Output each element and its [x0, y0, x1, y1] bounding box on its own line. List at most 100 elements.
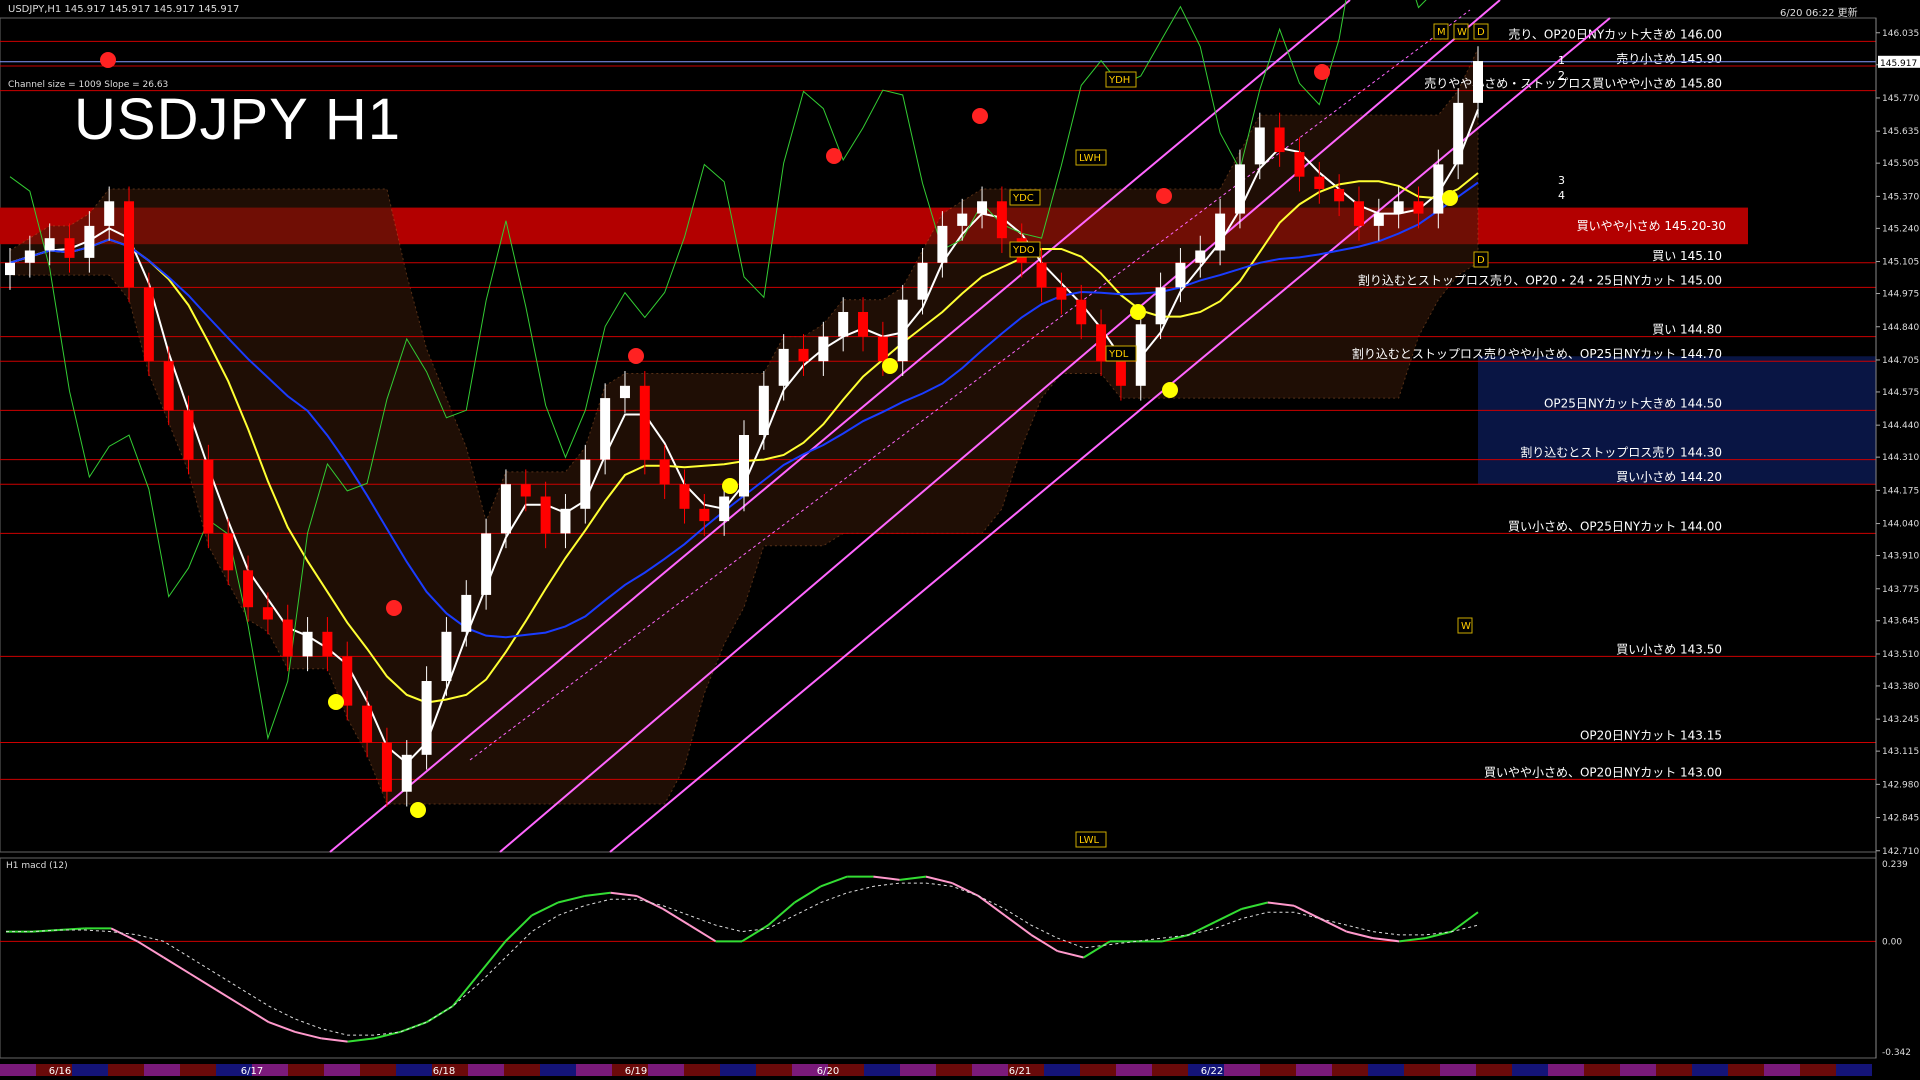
candle-body	[262, 607, 273, 620]
level-label: 売り、OP20日NYカット大きめ 146.00	[1508, 26, 1722, 41]
date-bar-cell	[72, 1064, 108, 1076]
macd-segment	[1004, 914, 1032, 936]
date-bar-cell	[1296, 1064, 1332, 1076]
macd-segment	[1241, 901, 1268, 910]
price-tick-label: 145.770	[1882, 94, 1919, 104]
macd-segment	[1214, 908, 1242, 923]
candle-body	[183, 410, 194, 460]
candle-body	[520, 484, 531, 497]
candle-body	[1294, 152, 1305, 177]
candle-body	[1413, 201, 1424, 214]
marker-label: YDH	[1108, 75, 1130, 86]
date-bar-cell	[1224, 1064, 1260, 1076]
macd-segment	[662, 908, 690, 927]
candle-body	[124, 201, 135, 288]
chart-window: 買いやや小さめ 145.20-30 売り、OP20日NYカット大きめ 146.0…	[0, 0, 1920, 1080]
candle-body	[957, 213, 968, 226]
date-bar-cell	[1764, 1064, 1800, 1076]
fractal-marker	[882, 358, 898, 374]
date-bar-cell	[576, 1064, 612, 1076]
fractal-marker	[1156, 188, 1172, 204]
marker-label: M	[1437, 27, 1446, 38]
candle-body	[977, 201, 988, 214]
price-tick-label: 142.710	[1882, 847, 1919, 857]
candle-body	[838, 311, 849, 337]
fractal-marker	[328, 694, 344, 710]
candle-body	[719, 496, 730, 522]
candle-body	[1334, 188, 1345, 202]
channel-label: 3	[1558, 174, 1565, 187]
date-bar-cell	[900, 1064, 936, 1076]
fractal-marker	[628, 348, 644, 364]
candle-body	[1473, 61, 1483, 103]
macd-segment	[873, 875, 900, 881]
level-label: 買い 144.80	[1652, 323, 1722, 337]
candle-body	[362, 705, 373, 743]
macd-segment	[215, 989, 244, 1007]
macd-segment	[1162, 933, 1190, 943]
candle-body	[540, 496, 551, 534]
date-bar-cell	[684, 1064, 720, 1076]
candle-body	[223, 533, 234, 571]
date-bar-cell	[1368, 1064, 1404, 1076]
date-bar-cell	[1620, 1064, 1656, 1076]
date-label: 6/20	[817, 1066, 839, 1077]
price-tick-label: 143.910	[1882, 552, 1919, 562]
candle-body	[560, 508, 571, 534]
candle-body	[302, 631, 313, 657]
candle-body	[739, 435, 749, 497]
candle-body	[679, 484, 690, 509]
price-chart[interactable]: 買いやや小さめ 145.20-30 売り、OP20日NYカット大きめ 146.0…	[0, 0, 1920, 1080]
candle-body	[203, 459, 214, 534]
date-label: 6/19	[625, 1066, 647, 1077]
price-tick-label: 143.510	[1882, 650, 1919, 660]
candle-body	[163, 361, 174, 411]
date-bar-cell	[396, 1064, 432, 1076]
candle-body	[818, 336, 829, 362]
macd-segment	[1030, 934, 1058, 952]
candle-body	[401, 754, 412, 792]
marker-label: W	[1461, 621, 1471, 632]
level-label: 売りやや小さめ・ストップロス買いやや小さめ 145.80	[1424, 76, 1722, 91]
level-label: 売り小さめ 145.90	[1616, 51, 1722, 66]
candle-body	[1056, 287, 1067, 300]
level-label: OP20日NYカット 143.15	[1580, 729, 1722, 743]
price-tick-label: 143.115	[1882, 747, 1919, 757]
price-tick-label: 146.035	[1882, 29, 1919, 39]
date-bar-cell	[324, 1064, 360, 1076]
macd-tick-label: 0.00	[1882, 937, 1902, 947]
candle-body	[84, 225, 95, 258]
macd-segment	[977, 895, 1006, 917]
date-bar-cell	[1584, 1064, 1620, 1076]
current-price-label: 145.917	[1880, 59, 1917, 69]
price-tick-label: 144.705	[1882, 356, 1919, 366]
macd-segment	[767, 901, 796, 926]
macd-segment	[1319, 917, 1348, 933]
price-tick-label: 142.980	[1882, 780, 1919, 790]
price-tick-label: 145.370	[1882, 192, 1919, 202]
candle-body	[1036, 262, 1047, 288]
candle-body	[381, 742, 392, 792]
date-bar-cell	[1440, 1064, 1476, 1076]
candle-body	[1353, 201, 1364, 226]
candle-body	[1155, 287, 1166, 325]
macd-segment	[268, 1021, 296, 1033]
fractal-marker	[1130, 304, 1146, 320]
date-bar-cell	[1260, 1064, 1296, 1076]
macd-segment	[1057, 950, 1084, 959]
macd-segment	[1083, 940, 1111, 959]
candle-body	[1393, 201, 1404, 214]
date-bar-cell	[756, 1064, 792, 1076]
channel-line	[329, 0, 1351, 853]
price-tick-label: 144.310	[1882, 453, 1919, 463]
candle-body	[1234, 164, 1245, 214]
candle-body	[1453, 102, 1464, 165]
level-label: 割り込むとストップロス売りやや小さめ、OP25日NYカット 144.70	[1352, 346, 1722, 361]
fractal-marker	[1442, 190, 1458, 206]
candle-body	[441, 631, 452, 682]
macd-segment	[531, 901, 559, 917]
macd-tick-label: -0.342	[1882, 1048, 1911, 1058]
price-tick-label: 143.775	[1882, 585, 1919, 595]
date-bar-cell	[1692, 1064, 1728, 1076]
price-tick-label: 144.440	[1882, 421, 1919, 431]
